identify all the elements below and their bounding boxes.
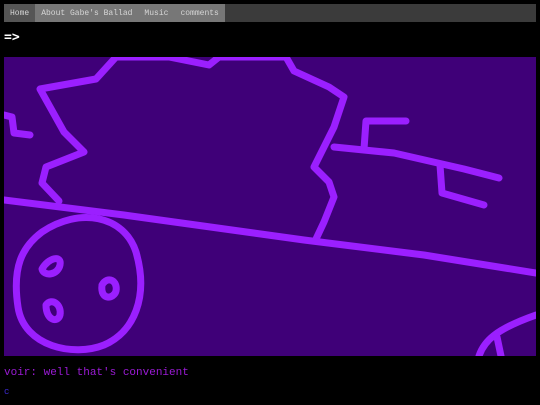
drawing-corner-hook: [493, 333, 505, 356]
nav-music-link[interactable]: Music: [138, 4, 175, 22]
drawing-moon-crater-3: [42, 298, 64, 323]
drawing-right-structure: [330, 143, 503, 182]
footer-link[interactable]: c: [4, 387, 9, 397]
drawing-moon: [12, 214, 145, 354]
comic-panel: [4, 57, 536, 356]
dialogue-caption: voir: well that's convenient: [4, 367, 189, 379]
nav-home-link[interactable]: Home: [4, 4, 36, 22]
drawing-corner-curve: [475, 311, 536, 356]
comic-drawing: [4, 57, 536, 356]
nav-about-link[interactable]: About Gabe's Ballad: [35, 4, 139, 22]
drawing-right-bracket-top: [360, 117, 410, 153]
drawing-moon-crater-2: [98, 276, 120, 301]
drawing-moon-crater-1: [38, 255, 64, 278]
drawing-ground-line: [4, 196, 536, 277]
top-nav-bar: Home About Gabe's Ballad Music comments: [4, 4, 536, 22]
next-page-arrow-link[interactable]: =>: [4, 30, 20, 45]
nav-comments-link[interactable]: comments: [174, 4, 225, 22]
drawing-left-mark: [4, 111, 34, 139]
